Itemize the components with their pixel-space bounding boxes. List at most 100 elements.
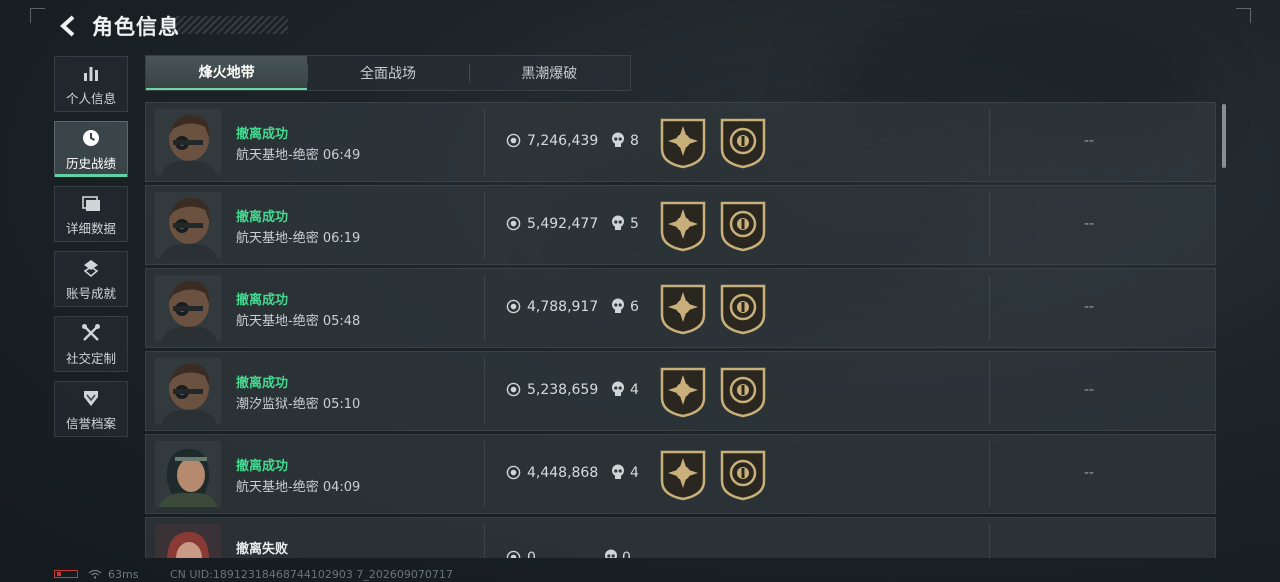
sidebar-item-label: 账号成就: [65, 285, 116, 301]
match-history-list: 撤离成功 航天基地-绝密 06:49 7,246,439 8 -- 撤离成功 航…: [145, 102, 1216, 558]
column-divider: [989, 358, 990, 424]
sidebar-item-details[interactable]: 详细数据: [54, 186, 128, 242]
sidebar-item-label: 个人信息: [65, 90, 116, 106]
match-record-row[interactable]: 撤离成功 航天基地-绝密 06:49 7,246,439 8 --: [145, 102, 1216, 182]
kill-count: 6: [630, 299, 639, 315]
skull-icon: [612, 215, 624, 230]
kill-count: 8: [630, 133, 639, 149]
column-divider: [989, 275, 990, 341]
frame-corner: [1236, 8, 1251, 23]
loot-value: 4,448,868: [527, 465, 599, 481]
user-id: CN UID:18912318468744102903 7_2026090707…: [170, 568, 453, 581]
extraction-status: 撤离失败: [236, 542, 289, 557]
loot-value: 5,492,477: [527, 216, 599, 232]
match-record-row[interactable]: 撤离失败 0 0: [145, 517, 1216, 558]
match-record-row[interactable]: 撤离成功 航天基地-绝密 04:09 4,448,868 4 --: [145, 434, 1216, 514]
operator-avatar: [155, 275, 221, 341]
skull-icon: [612, 381, 624, 396]
folder-icon: [82, 195, 100, 211]
skull-icon: [612, 298, 624, 313]
extraction-status: 撤离成功: [236, 293, 289, 308]
wreath-emblem-badge-icon: [720, 201, 766, 252]
operator-portrait-icon: [155, 358, 221, 424]
operator-portrait-icon: [155, 192, 221, 258]
operator-avatar: [155, 192, 221, 258]
sun-emblem-badge-icon: [660, 201, 706, 252]
wreath-emblem-badge-icon: [720, 118, 766, 169]
tab-warfare[interactable]: 全面战场: [307, 56, 468, 90]
skull-icon: [605, 549, 617, 558]
sidebar-item-label: 详细数据: [65, 220, 116, 236]
loot-value: 0: [527, 550, 536, 558]
battery-icon: [54, 570, 78, 578]
kill-count: 4: [630, 382, 639, 398]
match-record-row[interactable]: 撤离成功 航天基地-绝密 06:19 5,492,477 5 --: [145, 185, 1216, 265]
loot-value: 4,788,917: [527, 299, 599, 315]
currency-icon: [506, 299, 521, 314]
map-and-duration: 航天基地-绝密 06:19: [236, 231, 361, 246]
skull-icon: [612, 464, 624, 479]
loot-value: 5,238,659: [527, 382, 599, 398]
match-record-row[interactable]: 撤离成功 潮汐监狱-绝密 05:10 5,238,659 4 --: [145, 351, 1216, 431]
wreath-emblem-badge-icon: [720, 284, 766, 335]
operator-avatar: [155, 109, 221, 175]
status-footer: 63ms CN UID:18912318468744102903 7_20260…: [0, 566, 1280, 582]
extra-stat: --: [1084, 133, 1095, 149]
tab-hazard-zone[interactable]: 烽火地带: [146, 56, 308, 90]
sidebar-item-reputation[interactable]: 信誉档案: [54, 381, 128, 437]
column-divider: [484, 109, 485, 175]
sidebar-item-social[interactable]: 社交定制: [54, 316, 128, 372]
wifi-icon: [88, 569, 102, 579]
shield-icon: [84, 390, 98, 406]
sidebar-item-label: 社交定制: [65, 350, 116, 366]
frame-corner: [30, 8, 45, 23]
ping-readout: 63ms: [108, 568, 139, 581]
column-divider: [989, 524, 990, 558]
loot-value: 7,246,439: [527, 133, 599, 149]
currency-icon: [506, 382, 521, 397]
extraction-status: 撤离成功: [236, 459, 289, 474]
extra-stat: --: [1084, 465, 1095, 481]
column-divider: [484, 441, 485, 507]
operator-avatar: [155, 524, 221, 558]
operator-avatar: [155, 441, 221, 507]
extra-stat: --: [1084, 299, 1095, 315]
back-button[interactable]: [56, 13, 82, 39]
wreath-emblem-badge-icon: [720, 367, 766, 418]
extra-stat: --: [1084, 382, 1095, 398]
operator-portrait-icon: [155, 441, 221, 507]
sidebar-item-history[interactable]: 历史战绩: [54, 121, 128, 177]
operator-portrait-icon: [155, 275, 221, 341]
clock-icon: [83, 129, 99, 146]
page-title: 角色信息: [92, 15, 180, 39]
currency-icon: [506, 550, 521, 558]
match-record-row[interactable]: 撤离成功 航天基地-绝密 05:48 4,788,917 6 --: [145, 268, 1216, 348]
column-divider: [484, 358, 485, 424]
currency-icon: [506, 465, 521, 480]
sidebar-item-achievements[interactable]: 账号成就: [54, 251, 128, 307]
sidebar: 个人信息 历史战绩 详细数据 账号成就 社交定制 信誉档案: [54, 56, 130, 446]
skull-icon: [612, 132, 624, 147]
wreath-emblem-badge-icon: [720, 450, 766, 501]
sun-emblem-badge-icon: [660, 284, 706, 335]
list-scrollbar[interactable]: [1222, 104, 1226, 168]
currency-icon: [506, 216, 521, 231]
sidebar-item-label: 信誉档案: [65, 415, 116, 431]
mode-tabs: 烽火地带 全面战场 黑潮爆破: [145, 55, 631, 91]
column-divider: [484, 192, 485, 258]
medal-icon: [83, 259, 99, 277]
kill-count: 5: [630, 216, 639, 232]
column-divider: [484, 524, 485, 558]
sun-emblem-badge-icon: [660, 450, 706, 501]
tab-dark-tide[interactable]: 黑潮爆破: [468, 56, 630, 90]
operator-portrait-icon: [155, 524, 221, 558]
sun-emblem-badge-icon: [660, 118, 706, 169]
column-divider: [989, 109, 990, 175]
sidebar-item-profile[interactable]: 个人信息: [54, 56, 128, 112]
map-and-duration: 航天基地-绝密 05:48: [236, 314, 361, 329]
map-and-duration: 潮汐监狱-绝密 05:10: [236, 397, 361, 412]
extraction-status: 撤离成功: [236, 210, 289, 225]
kill-count: 0: [622, 550, 631, 558]
operator-portrait-icon: [155, 109, 221, 175]
tools-icon: [82, 323, 100, 341]
